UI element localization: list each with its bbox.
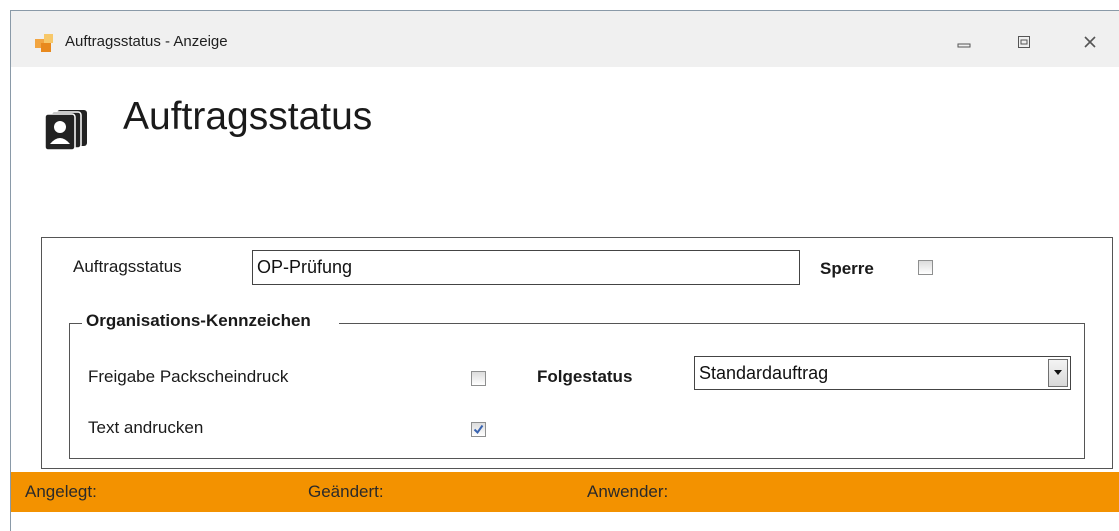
minimize-icon bbox=[957, 43, 971, 48]
user-label: Anwender: bbox=[587, 482, 669, 501]
chevron-down-icon bbox=[1054, 370, 1062, 375]
org-group: Organisations-Kennzeichen Freigabe Packs… bbox=[69, 311, 1085, 459]
packing-label: Freigabe Packscheindruck bbox=[88, 367, 289, 386]
app-icon bbox=[35, 34, 53, 52]
status-bar: Angelegt: Geändert: Anwender: bbox=[11, 472, 1119, 512]
close-icon bbox=[1084, 36, 1096, 48]
title-bar[interactable]: Auftragsstatus - Anzeige bbox=[11, 11, 1119, 67]
status-form-frame: Auftragsstatus OP-Prüfung Sperre Organis… bbox=[41, 237, 1113, 469]
next-status-select[interactable]: Standardauftrag bbox=[694, 356, 1071, 390]
org-group-legend: Organisations-Kennzeichen bbox=[82, 311, 339, 331]
checkmark-icon bbox=[473, 424, 484, 435]
print-text-label: Text andrucken bbox=[88, 418, 204, 437]
content-area: Auftragsstatus Auftragsstatus OP-Prüfung… bbox=[11, 67, 1119, 531]
packing-checkbox[interactable] bbox=[471, 371, 486, 386]
status-label: Auftragsstatus bbox=[73, 257, 182, 276]
close-button[interactable] bbox=[1077, 29, 1103, 55]
lock-checkbox[interactable] bbox=[918, 260, 933, 275]
contact-card-icon bbox=[44, 110, 87, 151]
next-status-value: Standardauftrag bbox=[699, 363, 829, 383]
page-title: Auftragsstatus bbox=[123, 95, 373, 138]
next-status-label: Folgestatus bbox=[537, 367, 633, 386]
window-title: Auftragsstatus - Anzeige bbox=[65, 33, 228, 50]
maximize-icon bbox=[1018, 36, 1030, 48]
dropdown-button[interactable] bbox=[1048, 359, 1068, 387]
changed-label: Geändert: bbox=[308, 482, 384, 501]
created-label: Angelegt: bbox=[25, 482, 97, 501]
status-input[interactable]: OP-Prüfung bbox=[252, 250, 800, 285]
app-window: Auftragsstatus - Anzeige Auftragsstatus … bbox=[10, 10, 1119, 531]
maximize-button[interactable] bbox=[1011, 29, 1037, 55]
lock-label: Sperre bbox=[820, 259, 874, 278]
minimize-button[interactable] bbox=[951, 29, 977, 55]
print-text-checkbox[interactable] bbox=[471, 422, 486, 437]
